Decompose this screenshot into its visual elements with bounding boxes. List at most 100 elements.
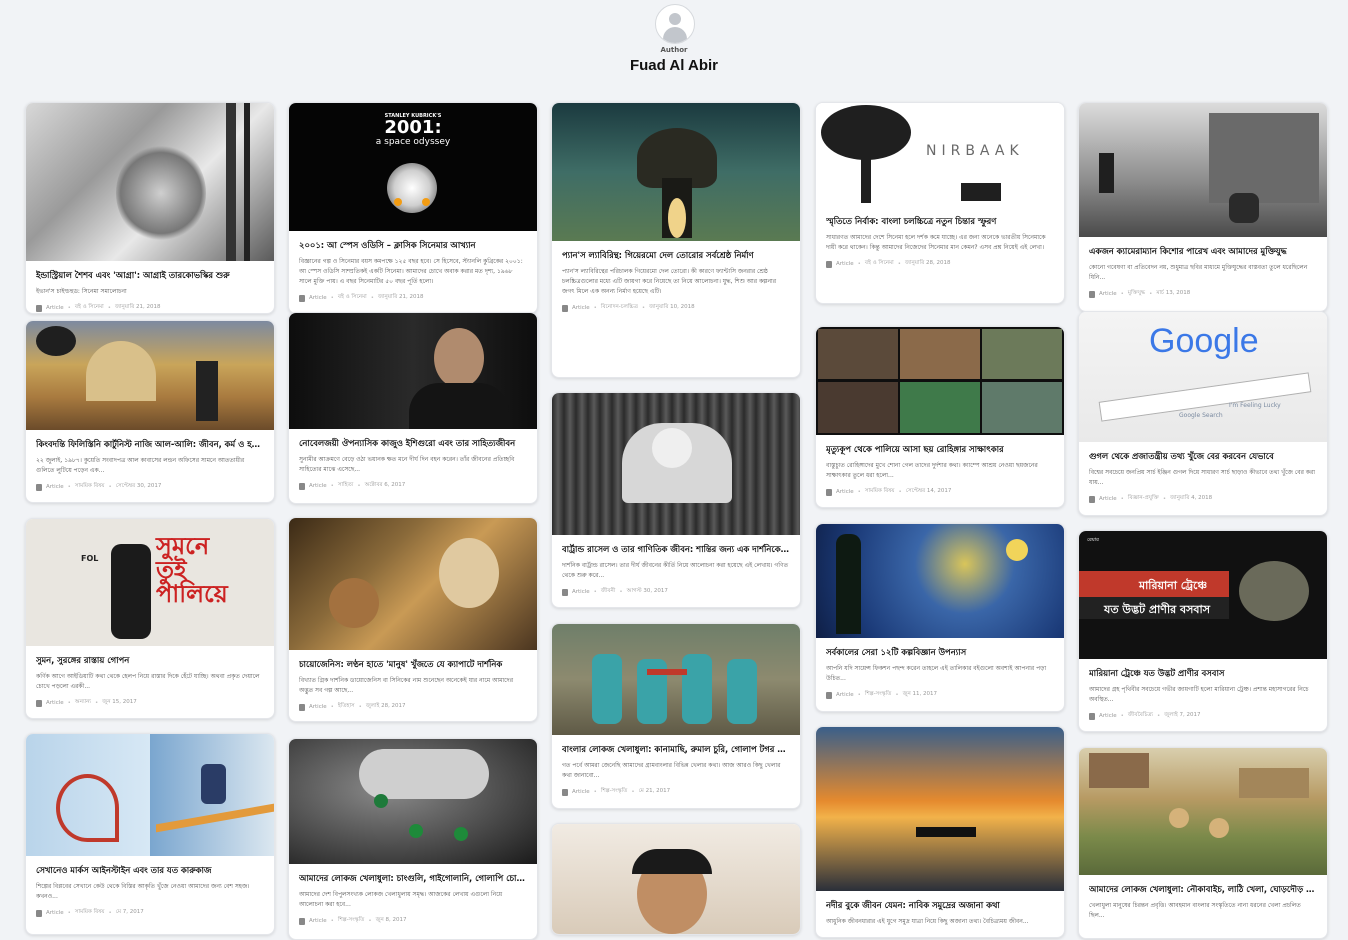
article-thumbnail[interactable]: রেয়ার মারিয়ানা ট্রেঞ্চে যত উদ্ভট প্রাণ… [1079,531,1327,659]
article-card[interactable] [551,823,801,935]
article-category[interactable]: মুক্তিযুদ্ধ [1128,290,1145,298]
article-type: Article [836,261,854,267]
article-title[interactable]: স্মৃতিতে নির্বাক: বাংলা চলচ্চিত্রে নতুন … [826,215,1054,227]
article-thumbnail[interactable] [289,313,537,429]
article-date: জুলাই 7, 2017 [1164,712,1201,718]
article-card[interactable]: কিংবদন্তি ফিলিস্তিনি কার্টুনিস্ট নাজি আল… [25,320,275,503]
article-card[interactable]: Google Google Search I'm Feeling Lucky গ… [1078,311,1328,516]
article-meta: Article • সাময়িক বিষয় • সেপ্টেম্বর 30, 2… [36,483,264,491]
article-category[interactable]: জীবনী [601,588,615,596]
article-card[interactable]: বাংলার লোকজ খেলাধুলা: কানামাছি, রুমাল চু… [551,623,801,809]
article-date: অক্টোবর 6, 2017 [364,482,406,488]
article-card[interactable]: ইন্ডাস্ট্রিয়াল শৈশব এবং 'আগ্রা': আগ্রাই… [25,102,275,314]
article-title[interactable]: সেখানেও মার্কস আইনস্টাইন এবং তার যত কারু… [36,864,264,876]
article-title[interactable]: সর্বকালের সেরা ১২টি কল্পবিজ্ঞান উপন্যাস [826,646,1054,658]
article-category[interactable]: বই ও সিনেমা [75,304,104,312]
article-category[interactable]: শিল্প-সংস্কৃতি [865,691,891,699]
article-card[interactable]: প্যান'স ল্যাবিরিন্থ: গিয়েরমো দেল তোরোর … [551,102,801,378]
article-thumbnail[interactable] [289,739,537,864]
article-title[interactable]: চায়োজেনিস: লণ্ঠন হাতে 'মানুষ' খুঁজতে যে… [299,658,527,670]
article-card[interactable]: রেয়ার মারিয়ানা ট্রেঞ্চে যত উদ্ভট প্রাণ… [1078,530,1328,732]
article-type: Article [309,918,327,924]
document-icon [1089,712,1095,720]
article-title[interactable]: নদীর বুকে জীবন যেমন: নাবিক সমুদ্রের অজান… [826,899,1054,911]
article-category[interactable]: সাহিত্য [338,482,353,490]
article-title[interactable]: মারিয়ানা ট্রেঞ্চে যত উদ্ভট প্রাণীর বসবা… [1089,667,1317,679]
article-meta: Article • শিল্প-সংস্কৃতি • জুন 11, 2017 [826,691,1054,699]
article-card[interactable]: STANLEY KUBRICK'S 2001: a space odyssey … [288,102,538,314]
article-card[interactable]: সেখানেও মার্কস আইনস্টাইন এবং তার যত কারু… [25,733,275,935]
article-thumbnail[interactable]: NIRBAAK [816,103,1064,207]
article-title[interactable]: নোবেলজয়ী ঔপন্যাসিক কাজুও ইশিগুরো এবং তা… [299,437,527,449]
article-title[interactable]: মৃত্যুকূপ থেকে পালিয়ে আসা ছয় রোহিঙ্গার… [826,443,1054,455]
article-excerpt: বিজ্ঞানের গল্প ও সিনেমার বয়স কমপক্ষে ১২… [299,258,523,285]
article-category[interactable]: বিনোদন-চলচ্চিত্র [601,304,638,312]
article-date: জুন 15, 2017 [102,699,137,705]
article-category[interactable]: অন্যান্য [75,699,91,707]
article-category[interactable]: শিল্প-সংস্কৃতি [338,917,364,925]
article-card[interactable]: আমাদের লোকজ খেলাধুলা: চাংগুলি, গাইগোলানি… [288,738,538,940]
article-card[interactable]: সর্বকালের সেরা ১২টি কল্পবিজ্ঞান উপন্যাস … [815,523,1065,712]
article-category[interactable]: বই ও সিনেমা [338,294,367,302]
article-thumbnail[interactable]: STANLEY KUBRICK'S 2001: a space odyssey [289,103,537,231]
article-title[interactable]: গুগল থেকে প্রজাতন্ত্রীয় তথ্য খুঁজে বের … [1089,450,1317,462]
document-icon [826,691,832,699]
article-thumbnail[interactable] [552,624,800,735]
article-thumbnail[interactable] [816,327,1064,435]
document-icon [826,260,832,268]
article-thumbnail[interactable]: সুমনে তুই পালিয়ে FOL [26,519,274,646]
document-icon [562,304,568,312]
article-meta: Article • জীবনী • আগস্ট 30, 2017 [562,588,790,596]
article-title[interactable]: একজন ক্যামেরাম্যান কিশোর পারেখ এবং আমাদে… [1089,245,1317,257]
article-thumbnail[interactable] [26,321,274,430]
article-category[interactable]: সাময়িক বিষয় [75,909,105,917]
article-excerpt: কর্ণিক আগে আইডিয়াটি কথা থেকে হেলপ নিয়ে… [36,673,260,690]
article-excerpt: খেলাধুলা মানুষের চিরন্তন প্রবৃত্তি। আবহম… [1089,902,1301,919]
article-title[interactable]: বাংলার লোকজ খেলাধুলা: কানামাছি, রুমাল চু… [562,743,790,755]
article-card[interactable]: বার্ট্রান্ড রাসেল ও তার গাণিতিক জীবন: শা… [551,392,801,608]
article-card[interactable]: নদীর বুকে জীবন যেমন: নাবিক সমুদ্রের অজান… [815,726,1065,938]
article-card[interactable]: একজন ক্যামেরাম্যান কিশোর পারেখ এবং আমাদে… [1078,102,1328,312]
article-title[interactable]: ২০০১: আ স্পেস ওডিসি – ক্লাসিক সিনেমার আখ… [299,239,527,251]
article-thumbnail[interactable]: Google Google Search I'm Feeling Lucky [1079,312,1327,442]
article-category[interactable]: ইতিহাস [338,703,355,711]
article-card[interactable]: চায়োজেনিস: লণ্ঠন হাতে 'মানুষ' খুঁজতে যে… [288,517,538,722]
article-category[interactable]: সাময়িক বিষয় [865,488,895,496]
poster-text: 2001: [384,117,442,138]
article-category[interactable]: বই ও সিনেমা [865,260,894,268]
article-thumbnail[interactable] [26,103,274,261]
article-thumbnail[interactable] [289,518,537,650]
article-card[interactable]: আমাদের লোকজ খেলাধুলা: নৌকাবাইচ, লাঠি খেল… [1078,747,1328,939]
article-card[interactable]: সুমনে তুই পালিয়ে FOL সুমন, সুরঙ্গের রাস… [25,518,275,719]
article-title[interactable]: কিংবদন্তি ফিলিস্তিনি কার্টুনিস্ট নাজি আল… [36,438,264,450]
article-thumbnail[interactable] [816,727,1064,891]
article-title[interactable]: আমাদের লোকজ খেলাধুলা: নৌকাবাইচ, লাঠি খেল… [1089,883,1317,895]
article-type: Article [572,789,590,795]
article-date: জুন 11, 2017 [902,691,938,697]
article-excerpt: আধুনিক জীবনধারার এই যুগে সমুদ্র যাত্রা ন… [826,918,1029,925]
article-type: Article [1099,291,1117,297]
search-button-label: Google Search [1179,412,1223,419]
article-thumbnail[interactable] [552,393,800,535]
article-card[interactable]: নোবেলজয়ী ঔপন্যাসিক কাজুও ইশিগুরো এবং তা… [288,312,538,504]
document-icon [299,917,305,925]
article-card[interactable]: মৃত্যুকূপ থেকে পালিয়ে আসা ছয় রোহিঙ্গার… [815,326,1065,508]
article-type: Article [309,704,327,710]
article-thumbnail[interactable] [552,103,800,241]
article-thumbnail[interactable] [1079,103,1327,237]
article-thumbnail[interactable] [26,734,274,856]
article-title[interactable]: বার্ট্রান্ড রাসেল ও তার গাণিতিক জীবন: শা… [562,543,790,555]
article-category[interactable]: জীববৈচিত্র্য [1128,712,1153,720]
article-thumbnail[interactable] [816,524,1064,638]
article-thumbnail[interactable] [1079,748,1327,875]
article-card[interactable]: NIRBAAK স্মৃতিতে নির্বাক: বাংলা চলচ্চিত্… [815,102,1065,304]
article-title[interactable]: আমাদের লোকজ খেলাধুলা: চাংগুলি, গাইগোলানি… [299,872,527,884]
article-thumbnail[interactable] [552,824,800,934]
article-title[interactable]: প্যান'স ল্যাবিরিন্থ: গিয়েরমো দেল তোরোর … [562,249,790,261]
article-title[interactable]: সুমন, সুরঙ্গের রাস্তায় গোপন [36,654,264,666]
article-category[interactable]: বিজ্ঞান-প্রযুক্তি [1128,495,1159,503]
article-title[interactable]: ইন্ডাস্ট্রিয়াল শৈশব এবং 'আগ্রা': আগ্রাই… [36,269,264,281]
article-category[interactable]: সাময়িক বিষয় [75,483,105,491]
article-category[interactable]: শিল্প-সংস্কৃতি [601,788,627,796]
document-icon [299,294,305,302]
